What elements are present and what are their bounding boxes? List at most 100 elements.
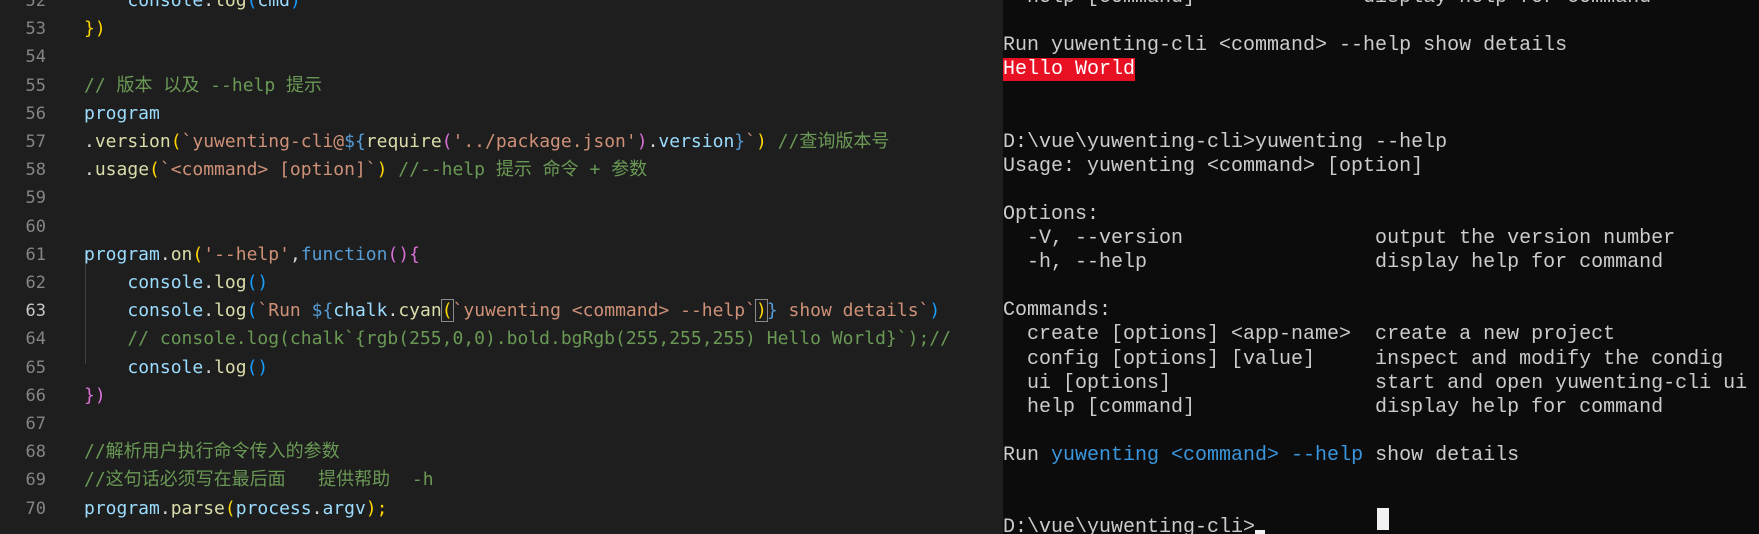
- code-text: }): [84, 15, 106, 43]
- terminal-cursor: [1377, 508, 1389, 530]
- terminal-text: create [options] <app-name> create a new…: [1003, 323, 1616, 347]
- terminal-text: show details: [1363, 443, 1520, 467]
- code-line[interactable]: 63 console.log(`Run ${chalk.cyan(`yuwent…: [0, 297, 1003, 325]
- code-token: // console.log(chalk`{rgb(255,0,0).bold.…: [84, 328, 951, 350]
- line-number: 56: [25, 103, 46, 124]
- code-token: parse: [170, 497, 225, 519]
- code-line[interactable]: 64 // console.log(chalk`{rgb(255,0,0).bo…: [0, 325, 1003, 353]
- code-token: `: [745, 131, 756, 152]
- code-token: ${: [344, 131, 366, 152]
- code-token: console: [127, 0, 204, 11]
- code-token: .: [159, 243, 171, 265]
- code-token: .: [203, 272, 215, 293]
- terminal-line: help [command] display help for command: [1003, 396, 1759, 420]
- terminal-text: Usage: yuwenting <command> [option]: [1003, 154, 1424, 178]
- code-token: log: [214, 356, 247, 378]
- code-editor[interactable]: 52 console.log(cmd) 53}) 54 55// 版本 以及 --he…: [0, 0, 1003, 534]
- code-token: .: [311, 497, 323, 519]
- terminal-text: Hello World: [1003, 58, 1136, 82]
- code-token: log: [214, 300, 247, 322]
- code-line[interactable]: 68 //解析用户执行命令传入的参数: [0, 438, 1003, 466]
- code-token: `<command> [option]`: [159, 159, 377, 181]
- code-token: (){: [387, 243, 420, 265]
- code-text: program: [84, 100, 160, 128]
- code-token: cmd: [257, 0, 290, 11]
- code-line[interactable]: 55 // 版本 以及 --help 提示: [0, 72, 1003, 100]
- code-token: (: [149, 159, 160, 181]
- terminal-text: Run: [1003, 443, 1052, 467]
- code-token: '--help': [203, 243, 290, 265]
- code-line[interactable]: 56 program: [0, 100, 1003, 128]
- code-token: process: [235, 497, 312, 519]
- code-line[interactable]: 59: [0, 184, 1003, 212]
- code-token: show details`: [777, 300, 930, 322]
- line-number: 58: [25, 160, 46, 181]
- code-line[interactable]: 53}): [0, 15, 1003, 43]
- code-token: }: [734, 131, 746, 152]
- code-token: .: [647, 131, 659, 152]
- terminal-line: -h, --help display help for command: [1003, 251, 1759, 275]
- code-text: console.log(): [84, 354, 268, 382]
- code-token: `yuwenting <command> --help`: [452, 300, 756, 322]
- code-token: log: [214, 0, 247, 11]
- code-line[interactable]: 67: [0, 410, 1003, 438]
- terminal-text: ui [options] start and open yuwenting-cl…: [1003, 371, 1748, 395]
- line-number: 61: [25, 244, 46, 265]
- code-token: log: [214, 272, 247, 293]
- code-line[interactable]: 69 //这句话必须写在最后面 提供帮助 -h: [0, 466, 1003, 494]
- code-token: (: [246, 300, 258, 322]
- code-line[interactable]: 62 console.log(): [0, 269, 1003, 297]
- code-line[interactable]: 60: [0, 213, 1003, 241]
- terminal-line: Options:: [1003, 203, 1759, 227]
- code-text: //这句话必须写在最后面 提供帮助 -h: [84, 466, 434, 494]
- code-token: ): [289, 0, 301, 11]
- terminal-text: Run yuwenting-cli <command> --help show …: [1003, 34, 1568, 58]
- code-token: (: [224, 497, 236, 519]
- code-token: .: [387, 300, 399, 322]
- terminal-line: Usage: yuwenting <command> [option]: [1003, 155, 1759, 179]
- terminal-panel[interactable]: help [command] display help for command R…: [1003, 0, 1759, 534]
- terminal-text: -h, --help display help for command: [1003, 251, 1664, 275]
- code-token: program: [84, 243, 160, 265]
- code-token: version: [94, 131, 171, 152]
- code-line[interactable]: 66}): [0, 382, 1003, 410]
- code-text: console.log(cmd): [84, 0, 301, 15]
- terminal-text: help [command] display help for command: [1003, 0, 1651, 9]
- code-text: .usage(`<command> [option]`) //--help 提示…: [84, 156, 647, 184]
- code-line[interactable]: 70 program.parse(process.argv);: [0, 495, 1003, 523]
- prompt-caret: [1255, 530, 1266, 534]
- line-number: 67: [25, 414, 46, 434]
- code-token: console: [127, 272, 204, 293]
- code-token: `yuwenting-cli@: [181, 131, 345, 152]
- code-token: (): [246, 356, 269, 378]
- code-token: function: [300, 243, 388, 265]
- terminal-text: Options:: [1003, 202, 1100, 226]
- code-token: ): [929, 300, 941, 322]
- code-line[interactable]: 57 .version(`yuwenting-cli@${require('../…: [0, 128, 1003, 156]
- code-text: program.on('--help',function(){: [84, 241, 420, 269]
- code-line[interactable]: 61 program.on('--help',function(){: [0, 241, 1003, 269]
- code-line[interactable]: 65 console.log(): [0, 354, 1003, 382]
- code-line[interactable]: 54: [0, 43, 1003, 71]
- code-token: // 版本 以及 --help 提示: [84, 74, 323, 96]
- line-number: 59: [25, 188, 46, 209]
- code-token: (): [246, 272, 269, 293]
- code-token: (: [440, 299, 454, 323]
- code-text: program.parse(process.argv);: [84, 495, 387, 523]
- code-line[interactable]: 58 .usage(`<command> [option]`) //--help …: [0, 156, 1003, 184]
- code-token: (: [192, 243, 204, 265]
- code-token: //查询版本号: [766, 131, 890, 152]
- code-token: .: [203, 356, 215, 378]
- terminal-line: -V, --version output the version number: [1003, 227, 1759, 251]
- code-token: (: [170, 131, 182, 152]
- terminal-text: -V, --version output the version number: [1003, 227, 1676, 250]
- code-token: usage: [94, 159, 150, 181]
- code-token: .: [203, 300, 215, 322]
- code-line[interactable]: 52 console.log(cmd): [0, 0, 1003, 15]
